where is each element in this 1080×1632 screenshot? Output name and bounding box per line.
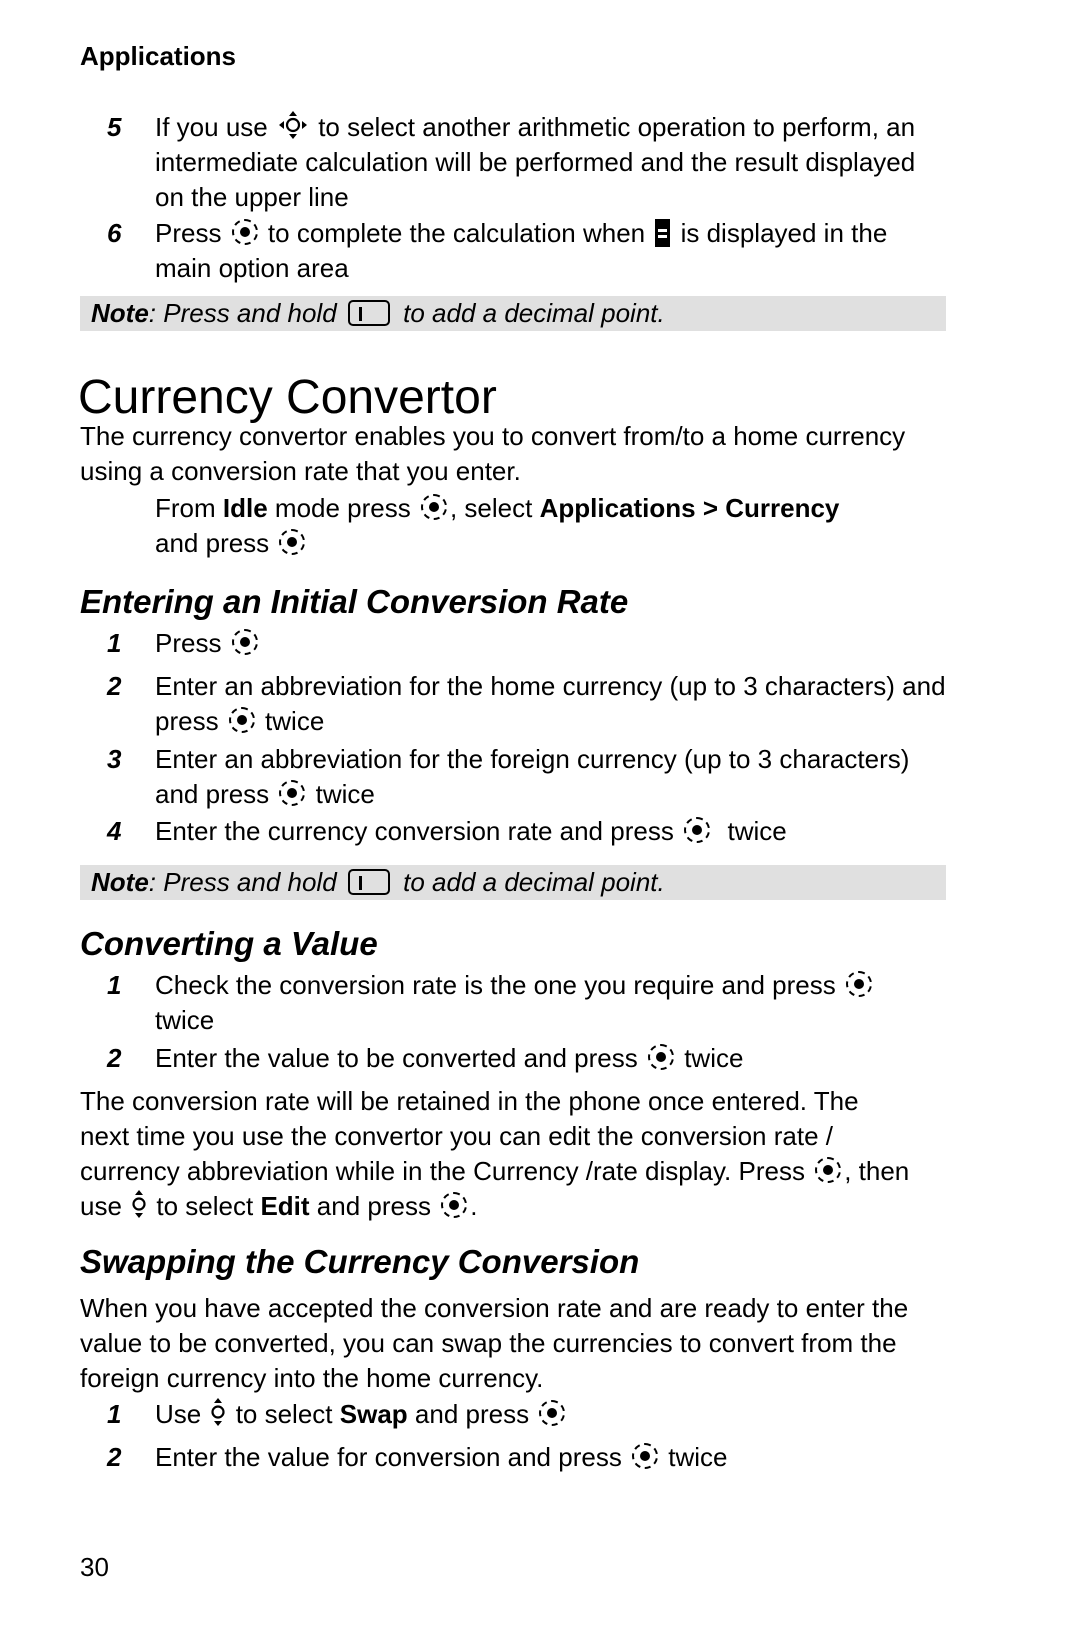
list-item: 4 Enter the currency conversion rate and… [80,814,950,849]
text: to select [149,1191,261,1221]
list-item: 2 Enter the value for conversion and pre… [80,1440,950,1475]
text: Enter the value for conversion and press [155,1442,630,1472]
list-item: 1 Use to select Swap and press [80,1397,950,1432]
step-text: Press [155,626,950,661]
select-key-icon [231,629,258,656]
select-key-icon [441,1192,468,1219]
step-text: Enter the currency conversion rate and p… [155,814,950,849]
select-key-icon [420,494,447,521]
text: Press [155,628,229,658]
select-key-icon [815,1157,842,1184]
menu-path: Applications > Currency [539,493,840,523]
text: twice [308,779,375,809]
list-item: 1 Press [80,626,950,661]
note-label: Note [91,298,149,328]
select-key-icon [228,707,255,734]
step-number: 3 [107,744,122,774]
step-text: Check the conversion rate is the one you… [155,968,950,1038]
step-text: If you use to select another arithmetic … [155,110,950,215]
text: and press [309,1191,439,1221]
page-title: Currency Convertor [78,371,497,424]
step-number: 6 [107,218,122,248]
select-key-icon [279,529,306,556]
text: Enter the currency conversion rate and p… [155,816,682,846]
step-number: 1 [107,628,122,658]
step-number: 2 [107,671,122,701]
section-heading: Swapping the Currency Conversion [80,1243,640,1280]
select-key-icon [279,780,306,807]
text: If you use [155,112,275,142]
step-number: 4 [107,816,122,846]
menu-term: Swap [339,1399,408,1429]
text: Enter the value to be converted and pres… [155,1043,645,1073]
list-item: 2 Enter the value to be converted and pr… [80,1041,950,1076]
equals-icon [655,219,671,248]
select-key-icon [647,1044,674,1071]
note-box: Note: Press and hold to add a decimal po… [80,865,946,900]
retention-paragraph: The conversion rate will be retained in … [80,1084,910,1224]
text: Enter an abbreviation for the foreign cu… [155,744,910,809]
text: From [155,493,223,523]
text: twice [661,1442,728,1472]
step-text: Enter an abbreviation for the home curre… [155,669,950,739]
step-number: 1 [107,1399,122,1429]
select-key-icon [684,817,711,844]
text: twice [713,816,787,846]
select-key-icon [845,971,872,998]
section-heading: Converting a Value [80,925,378,962]
text: : Press and hold [148,298,344,328]
text: mode press [267,493,418,523]
text: Press [155,218,229,248]
text: to add a decimal point. [395,298,665,328]
manual-page: Applications 5 If you use to select anot… [0,0,1080,1632]
text: twice [257,706,325,736]
text: Check the conversion rate is the one you… [155,970,843,1000]
text: and press [155,528,277,558]
list-item: 6 Press to complete the calculation when… [80,216,950,286]
list-item: 3 Enter an abbreviation for the foreign … [80,742,950,812]
step-number: 2 [107,1442,122,1472]
select-key-icon [632,1443,659,1470]
text: twice [155,1005,215,1035]
text: twice [676,1043,744,1073]
key-1-icon [347,869,390,896]
text: to add a decimal point. [395,867,665,897]
up-down-nav-key-icon [211,1398,226,1427]
menu-term: Edit [260,1191,310,1221]
step-number: 1 [107,970,122,1000]
text: The conversion rate will be retained in … [80,1086,859,1186]
intro-paragraph: The currency convertor enables you to co… [80,421,906,486]
four-way-nav-key-icon [278,111,307,140]
list-item: 2 Enter an abbreviation for the home cur… [80,669,950,739]
up-down-nav-key-icon [132,1190,146,1219]
step-text: Enter an abbreviation for the foreign cu… [155,742,950,812]
step-number: 2 [107,1043,122,1073]
step-text: Enter the value to be converted and pres… [155,1041,950,1076]
note-box: Note: Press and hold to add a decimal po… [80,296,946,331]
list-item: 1 Check the conversion rate is the one y… [80,968,950,1038]
section-heading: Entering an Initial Conversion Rate [80,583,629,620]
text: to select [228,1399,340,1429]
select-key-icon [231,219,258,246]
text: to complete the calculation when [260,218,653,248]
select-key-icon [539,1400,566,1427]
text: Use [155,1399,209,1429]
step-number: 5 [107,112,122,142]
step-text: Press to complete the calculation when i… [155,216,950,286]
access-instruction: From Idle mode press , select Applicatio… [155,491,955,561]
step-text: Enter the value for conversion and press… [155,1440,950,1475]
running-head: Applications [80,41,237,71]
menu-term: Idle [222,493,268,523]
key-1-icon [347,300,390,327]
text: , select [449,493,540,523]
note-label: Note [91,867,149,897]
swap-intro-paragraph: When you have accepted the conversion ra… [80,1293,909,1393]
step-text: Use to select Swap and press [155,1397,950,1432]
text: . [470,1191,478,1221]
text: and press [407,1399,537,1429]
page-number: 30 [80,1552,109,1582]
list-item: 5 If you use to select another arithmeti… [80,110,950,215]
text: : Press and hold [148,867,344,897]
